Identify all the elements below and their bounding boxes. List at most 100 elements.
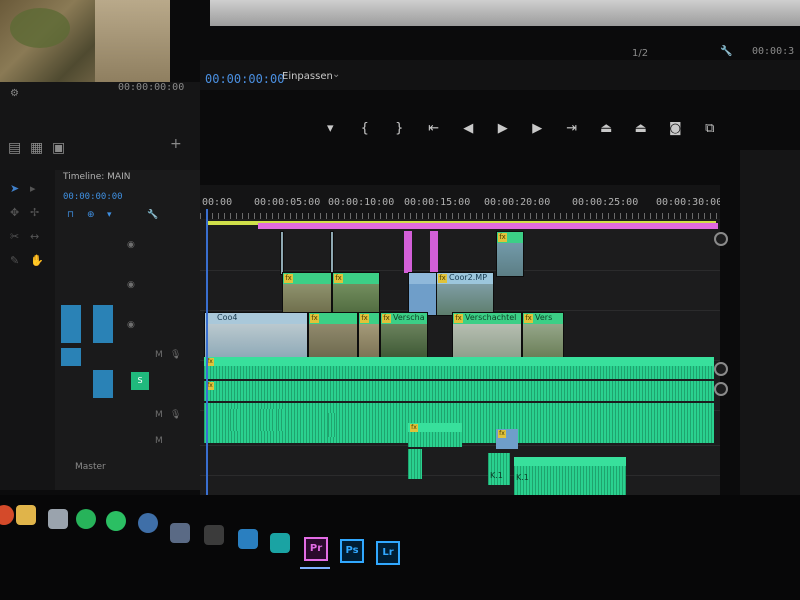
video-clip[interactable]: fx bbox=[282, 272, 332, 316]
app-icon[interactable] bbox=[204, 525, 224, 545]
camera-icon[interactable]: ◙ bbox=[665, 116, 686, 142]
whatsapp-icon[interactable] bbox=[106, 511, 126, 531]
photoshop-icon[interactable]: Ps bbox=[340, 539, 364, 563]
track-target-v1[interactable] bbox=[93, 305, 113, 343]
video-clip[interactable]: Coo4 bbox=[204, 312, 308, 358]
track-select-icon[interactable]: ▸ bbox=[30, 182, 44, 195]
snap-icon[interactable]: ⊓ bbox=[67, 210, 74, 220]
browser-icon[interactable] bbox=[138, 513, 158, 533]
insert-icon[interactable]: ▤ bbox=[8, 140, 21, 156]
fit-dropdown[interactable]: Einpassen bbox=[282, 71, 333, 82]
marker-icon[interactable]: ▾ bbox=[320, 116, 341, 142]
audio-clip[interactable] bbox=[328, 413, 336, 437]
eye-icon[interactable]: ◉ bbox=[127, 280, 135, 290]
rolling-edit-icon[interactable]: ✢ bbox=[30, 206, 44, 219]
video-clip[interactable] bbox=[404, 231, 412, 273]
source-patch-a1[interactable] bbox=[61, 348, 81, 366]
video-clip[interactable]: Verscha fx bbox=[380, 312, 428, 358]
video-clip[interactable] bbox=[330, 231, 334, 275]
clip-label: K.1 bbox=[516, 473, 529, 482]
add-marker-icon[interactable]: ▾ bbox=[107, 210, 112, 220]
eye-icon[interactable]: ◉ bbox=[127, 320, 135, 330]
scroll-handle-mid[interactable] bbox=[714, 362, 728, 376]
video-clip[interactable]: fx bbox=[308, 312, 358, 358]
microphone-icon[interactable]: 🎙 bbox=[170, 350, 181, 360]
sequence-timecode[interactable]: 00:00:00:00 bbox=[63, 192, 123, 202]
audio-clip[interactable]: fx bbox=[204, 381, 714, 401]
premiere-icon[interactable]: Pr bbox=[304, 537, 328, 561]
sequence-tab[interactable]: Timeline: MAIN bbox=[63, 172, 130, 182]
chevron-down-icon[interactable]: ⌄ bbox=[332, 69, 340, 80]
solo-toggle[interactable]: S bbox=[131, 372, 149, 390]
step-forward-icon[interactable]: ▶ bbox=[527, 116, 548, 142]
audio-clip[interactable]: fx bbox=[496, 429, 518, 449]
app-icon[interactable] bbox=[48, 509, 68, 529]
video-clip[interactable]: Coor2.MP fx bbox=[436, 272, 494, 316]
mark-out-icon[interactable]: } bbox=[389, 116, 410, 142]
preview-wall bbox=[95, 0, 170, 82]
app-icon[interactable] bbox=[270, 533, 290, 553]
program-timecode[interactable]: 00:00:00:00 bbox=[205, 72, 284, 86]
video-clip[interactable] bbox=[408, 272, 438, 316]
audio-clip[interactable]: fx bbox=[408, 423, 462, 447]
video-clip[interactable] bbox=[280, 231, 284, 275]
add-icon[interactable]: + bbox=[170, 136, 182, 152]
app-icon[interactable] bbox=[238, 529, 258, 549]
mark-in-icon[interactable]: { bbox=[355, 116, 376, 142]
lift-icon[interactable]: ⏏ bbox=[596, 116, 617, 142]
app-icon[interactable] bbox=[170, 523, 190, 543]
video-clip[interactable]: fx bbox=[332, 272, 380, 316]
linked-selection-icon[interactable]: ⊕ bbox=[87, 210, 95, 220]
video-clip[interactable] bbox=[430, 231, 438, 273]
play-icon[interactable]: ▶ bbox=[493, 116, 514, 142]
audio-clip[interactable] bbox=[408, 449, 422, 479]
hand-icon[interactable]: ✋ bbox=[30, 254, 44, 267]
folder-icon[interactable] bbox=[16, 505, 36, 525]
timeline-panel[interactable]: 00:00 00:00:05:00 00:00:10:00 00:00:15:0… bbox=[200, 185, 720, 530]
overwrite-icon[interactable]: ▦ bbox=[30, 140, 43, 156]
scroll-handle-mid[interactable] bbox=[714, 382, 728, 396]
step-back-icon[interactable]: ◀ bbox=[458, 116, 479, 142]
pen-icon[interactable]: ✎ bbox=[10, 254, 24, 267]
timeline-vertical-scrollbar[interactable] bbox=[712, 232, 728, 528]
go-to-out-icon[interactable]: ⇥ bbox=[562, 116, 583, 142]
mute-icon[interactable]: M bbox=[155, 350, 163, 360]
audio-clip[interactable]: K.1 bbox=[488, 453, 510, 485]
source-patch-v1[interactable] bbox=[61, 305, 81, 343]
mute-icon[interactable]: M bbox=[155, 410, 163, 420]
spotify-icon[interactable] bbox=[76, 509, 96, 529]
scroll-handle-top[interactable] bbox=[714, 232, 728, 246]
audio-clip[interactable] bbox=[260, 409, 274, 431]
fx-badge: fx bbox=[454, 314, 463, 323]
ripple-edit-icon[interactable]: ✥ bbox=[10, 206, 24, 219]
source-settings-icon[interactable]: ⚙ bbox=[10, 88, 19, 99]
audio-clip[interactable] bbox=[230, 409, 238, 431]
lightroom-icon[interactable]: Lr bbox=[376, 541, 400, 565]
selection-tool-icon[interactable]: ➤ bbox=[10, 182, 24, 195]
resolution-select[interactable]: 1/2 bbox=[632, 48, 648, 59]
video-clip[interactable]: Verschachtel fx bbox=[452, 312, 522, 358]
clip-header bbox=[514, 457, 626, 466]
microphone-icon[interactable]: 🎙 bbox=[170, 410, 181, 420]
video-clip[interactable]: fx bbox=[496, 231, 524, 277]
track-target-a1[interactable] bbox=[93, 370, 113, 398]
wrench-icon[interactable]: 🔧 bbox=[720, 46, 732, 57]
wrench-icon[interactable]: 🔧 bbox=[147, 210, 158, 220]
extract-icon[interactable]: ⏏ bbox=[631, 116, 652, 142]
eye-icon[interactable]: ◉ bbox=[127, 240, 135, 250]
time-ruler[interactable]: 00:00 00:00:05:00 00:00:10:00 00:00:15:0… bbox=[200, 185, 720, 219]
audio-clip[interactable] bbox=[278, 409, 284, 431]
fx-badge: fx bbox=[334, 274, 343, 283]
audio-clip[interactable]: K.1 bbox=[514, 457, 626, 499]
razor-icon[interactable]: ✂ bbox=[10, 230, 24, 243]
video-clip[interactable]: fx bbox=[358, 312, 380, 358]
slip-icon[interactable]: ↔ bbox=[30, 230, 44, 243]
compare-icon[interactable]: ⧉ bbox=[700, 116, 721, 142]
mute-icon[interactable]: M bbox=[155, 436, 163, 446]
camera-icon[interactable]: ▣ bbox=[52, 140, 65, 156]
audio-clip[interactable]: fx bbox=[204, 357, 714, 379]
video-clip[interactable]: Vers fx bbox=[522, 312, 564, 358]
playhead[interactable] bbox=[206, 209, 208, 530]
go-to-in-icon[interactable]: ⇤ bbox=[424, 116, 445, 142]
app-icon[interactable] bbox=[0, 505, 14, 525]
